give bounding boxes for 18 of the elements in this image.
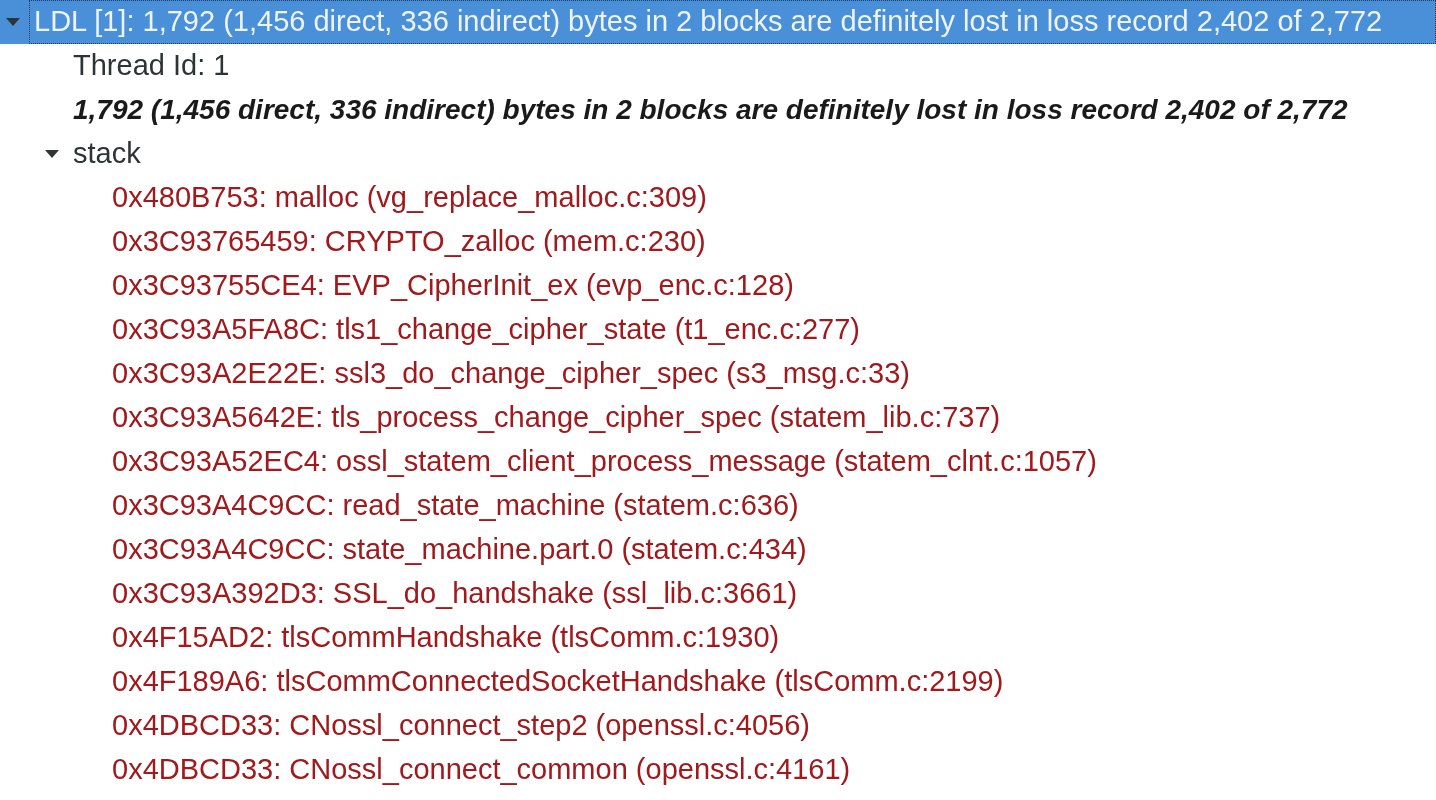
stack-frame-item[interactable]: 0x3C93765459: CRYPTO_zalloc (mem.c:230): [0, 220, 1436, 264]
stack-frame-item[interactable]: 0x3C93A4C9CC: state_machine.part.0 (statem.c:434): [0, 528, 1436, 572]
tree-item[interactable]: stack: [0, 132, 1436, 176]
stack-frame-item[interactable]: 0x3C93A4C9CC: read_state_machine (statem.c:636): [0, 484, 1436, 528]
stack-frame-item[interactable]: 0x4DBCD33: CNossl_connect_step2 (openssl.c:4056): [0, 704, 1436, 748]
stack-frame-item[interactable]: 0x4F15AD2: tlsCommHandshake (tlsComm.c:1930): [0, 616, 1436, 660]
tree-item[interactable]: Thread Id: 1: [0, 44, 1436, 88]
stack-frame-item[interactable]: 0x3C93A2E22E: ssl3_do_change_cipher_spec (s3_msg.c:33): [0, 352, 1436, 396]
stack-frame-item[interactable]: 0x480B753: malloc (vg_replace_malloc.c:309): [0, 176, 1436, 220]
stack-frame-item[interactable]: 0x3C93755CE4: EVP_CipherInit_ex (evp_enc.c:128): [0, 264, 1436, 308]
stack-frame-item[interactable]: 0x4DBCD33: CNossl_connect_common (openssl.c:4161): [0, 748, 1436, 792]
stack-frame-item[interactable]: 0x3C93A52EC4: ossl_statem_client_process_message (statem_clnt.c:1057): [0, 440, 1436, 484]
tree-item[interactable]: 1,792 (1,456 direct, 336 indirect) bytes in 2 blocks are definitely lost in loss record 2,402 of 2,772: [0, 88, 1436, 132]
stack-frame-item[interactable]: 0x4F189A6: tlsCommConnectedSocketHandshake (tlsComm.c:2199): [0, 660, 1436, 704]
stack-frame-item[interactable]: 0x3C93A392D3: SSL_do_handshake (ssl_lib.c:3661): [0, 572, 1436, 616]
stack-frame-item[interactable]: 0x3C93A5642E: tls_process_change_cipher_spec (statem_lib.c:737): [0, 396, 1436, 440]
expanded-arrow-icon[interactable]: [45, 150, 59, 158]
stack-frame-item[interactable]: 0x3C93A5FA8C: tls1_change_cipher_state (t1_enc.c:277): [0, 308, 1436, 352]
